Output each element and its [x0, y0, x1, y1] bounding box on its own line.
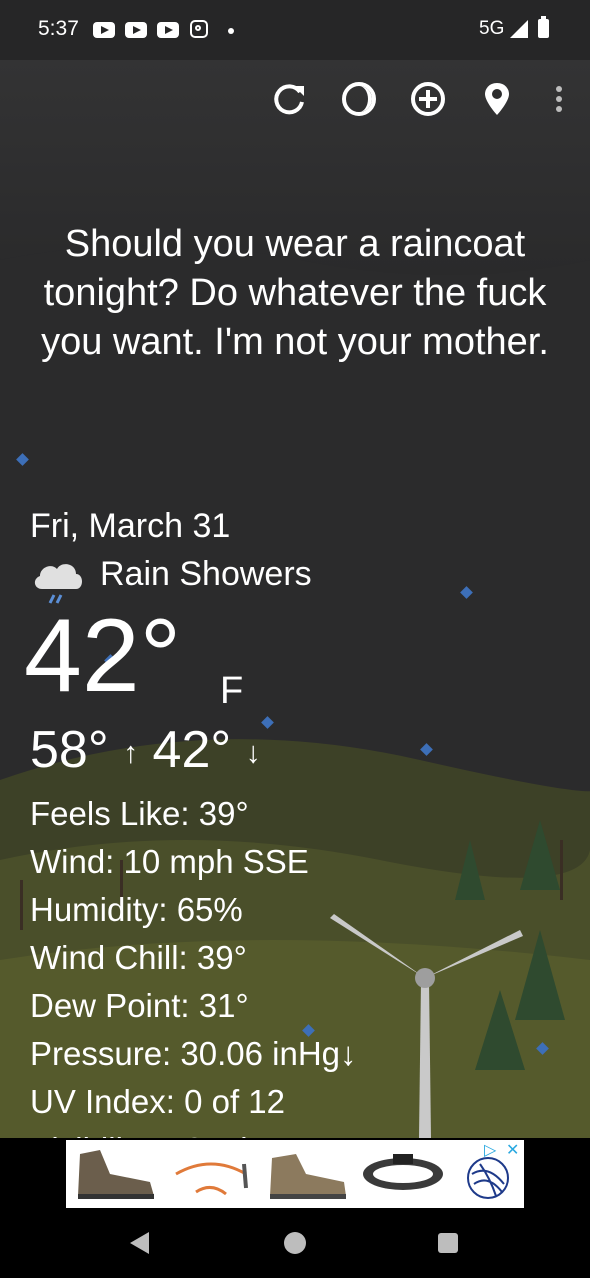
detail-feels-like: Feels Like: 39°	[30, 795, 249, 832]
headline-text: Should you wear a raincoat tonight? Do w…	[41, 223, 549, 363]
youtube-icon	[125, 22, 147, 38]
high-low-row: 58° ↑ 42° ↓	[30, 720, 261, 780]
detail-wind-chill: Wind Chill: 39°	[30, 939, 247, 976]
low-temperature: 42°	[152, 721, 232, 779]
belt-image[interactable]	[358, 1144, 448, 1204]
rope-image[interactable]	[166, 1144, 256, 1204]
back-icon[interactable]	[130, 1232, 149, 1254]
temperature-unit: F	[220, 670, 244, 712]
location-pin-icon[interactable]	[478, 80, 516, 118]
refresh-icon[interactable]	[270, 80, 308, 118]
ad-close-icon[interactable]: ✕	[506, 1140, 519, 1160]
condition-text: Rain Showers	[100, 555, 312, 593]
battery-icon	[538, 16, 549, 38]
youtube-icon	[93, 22, 115, 38]
add-location-icon[interactable]	[409, 80, 447, 118]
detail-wind: Wind: 10 mph SSE	[30, 843, 309, 880]
high-arrow-icon: ↑	[123, 736, 139, 770]
signal-icon	[510, 20, 528, 38]
instagram-icon	[190, 20, 208, 38]
hiking-shoe-image[interactable]	[262, 1144, 352, 1204]
detail-pressure: Pressure: 30.06 inHg↓	[30, 1035, 357, 1072]
weather-details: Feels Like: 39° Wind: 10 mph SSE Humidit…	[30, 790, 357, 1150]
ad-banner[interactable]: ▷ ✕	[66, 1140, 524, 1208]
detail-dew-point: Dew Point: 31°	[30, 987, 249, 1024]
high-temperature: 58°	[30, 721, 109, 779]
notification-dot-icon	[228, 28, 234, 34]
forecast-date: Fri, March 31	[30, 507, 231, 545]
more-vert-icon[interactable]	[540, 80, 578, 118]
current-temperature: 42°	[24, 598, 182, 714]
youtube-icon	[157, 22, 179, 38]
home-icon[interactable]	[284, 1232, 306, 1254]
status-bar: 5:37 5G	[0, 0, 590, 60]
detail-humidity: Humidity: 65%	[30, 891, 243, 928]
recent-apps-icon[interactable]	[438, 1233, 458, 1253]
low-arrow-icon: ↓	[245, 736, 261, 770]
hiking-boot-image[interactable]	[70, 1144, 160, 1204]
theme-icon[interactable]	[340, 80, 378, 118]
adchoices-icon[interactable]: ▷	[484, 1140, 496, 1160]
detail-uv-index: UV Index: 0 of 12	[30, 1083, 285, 1120]
status-time: 5:37	[38, 17, 79, 40]
network-type: 5G	[479, 18, 505, 39]
